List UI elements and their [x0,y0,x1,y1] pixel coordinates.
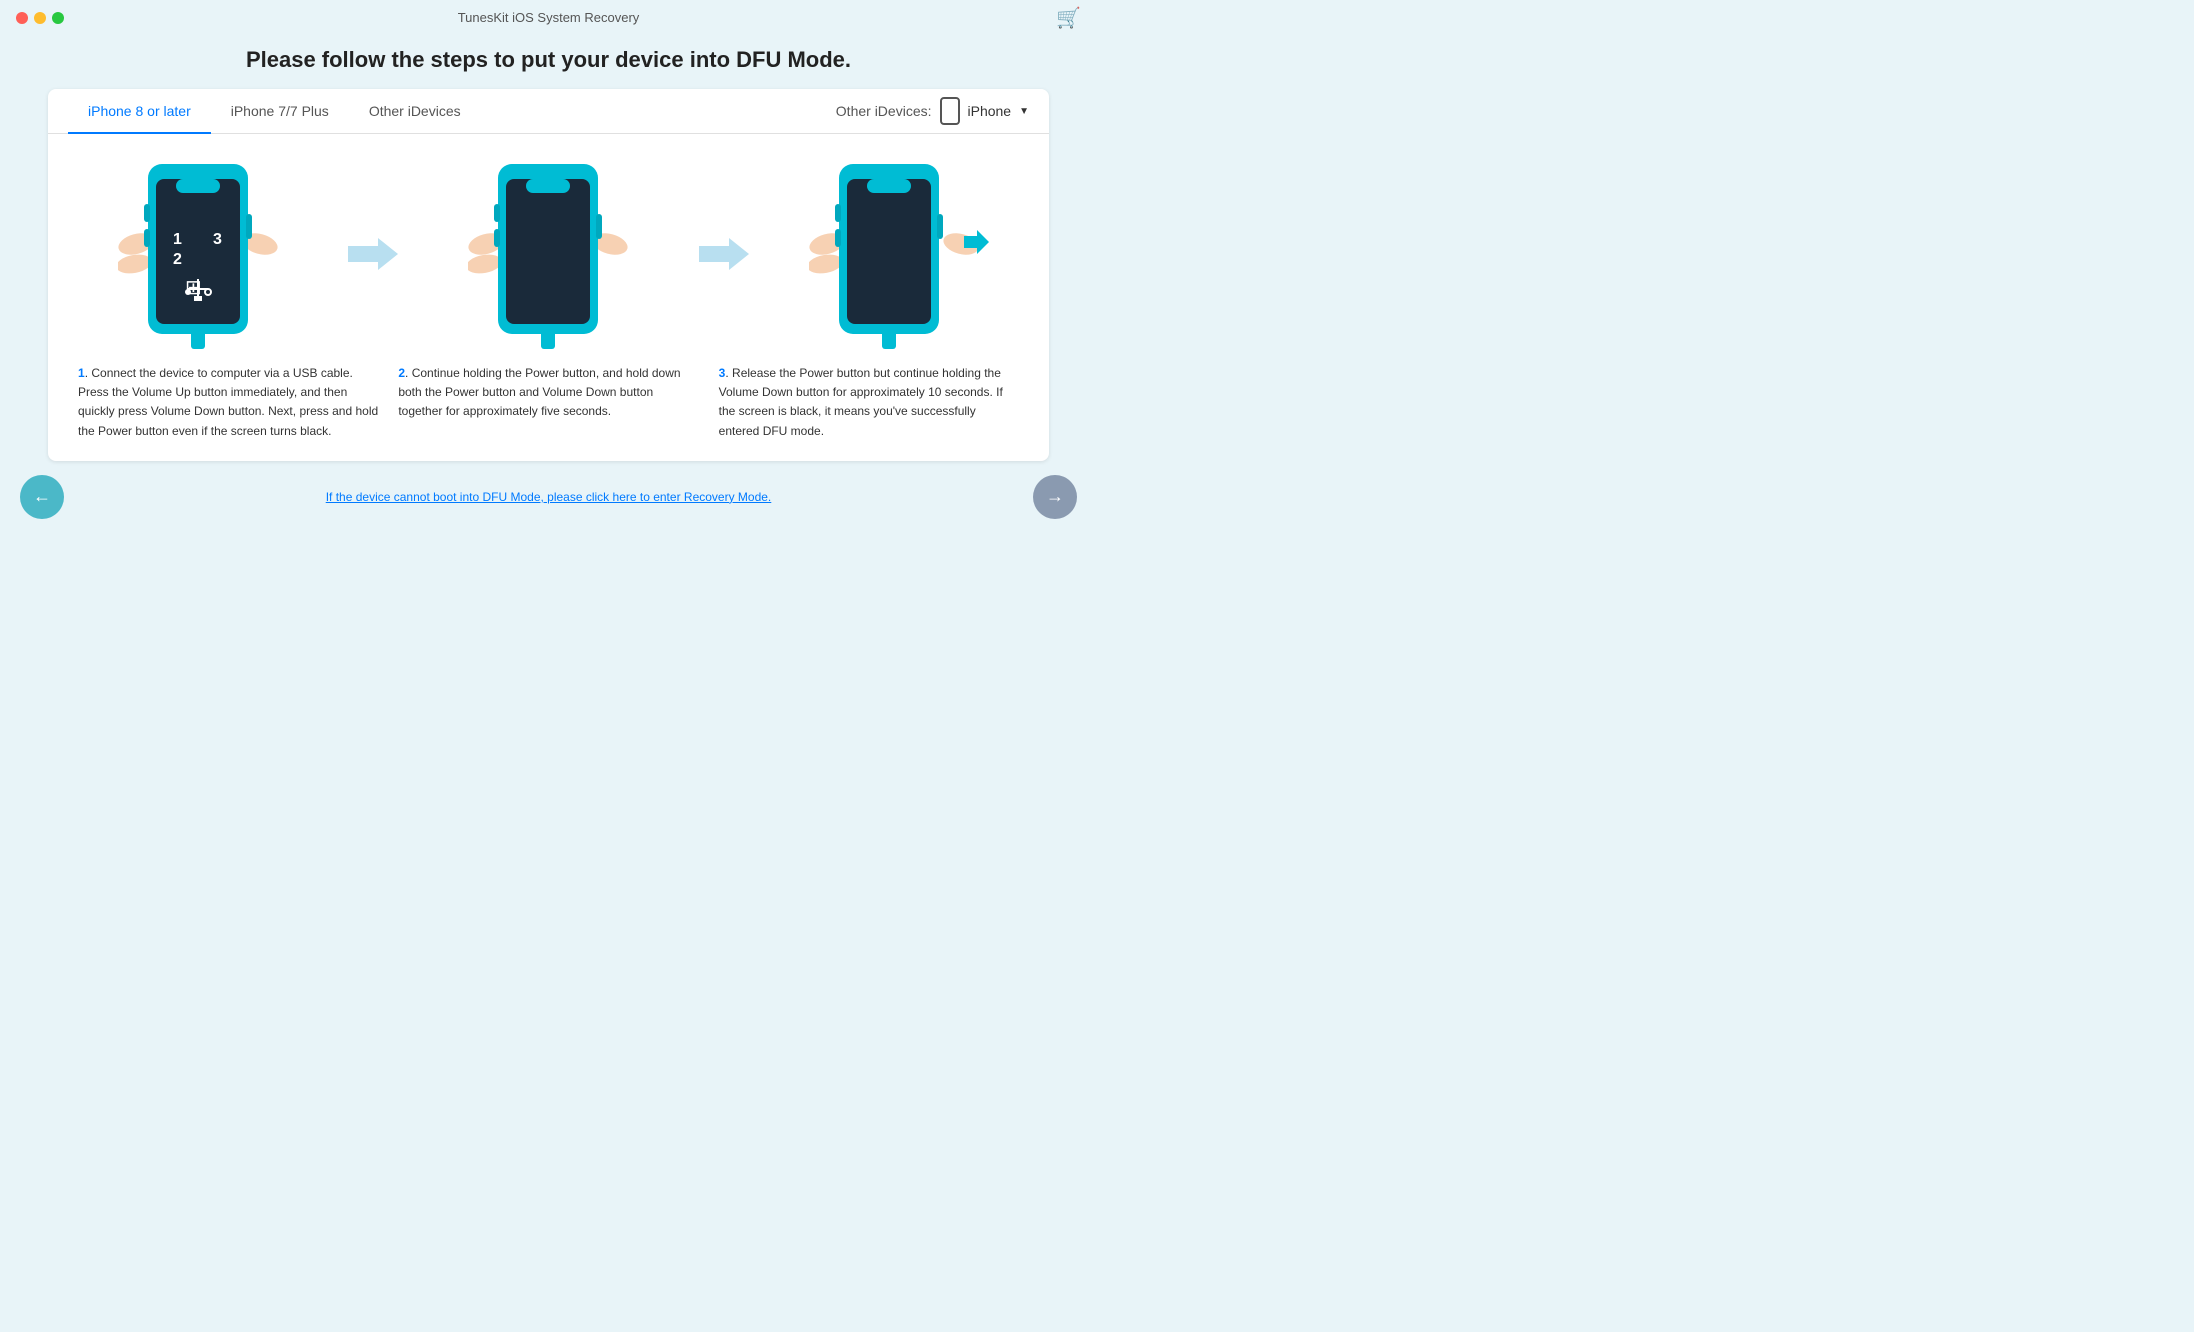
step-1-visual: 1 2 3 ⊞ [78,154,318,354]
tab-iphone7[interactable]: iPhone 7/7 Plus [211,89,349,133]
steps-text-row: 1. Connect the device to computer via a … [48,364,1049,441]
other-devices-label: Other iDevices: [836,103,932,119]
window-title: TunesKit iOS System Recovery [458,10,640,25]
maximize-button[interactable] [52,12,64,24]
steps-visual: 1 2 3 ⊞ [48,134,1049,364]
arrow-1 [348,154,398,274]
svg-text:1: 1 [173,231,182,248]
title-bar: TunesKit iOS System Recovery 🛒 [0,0,1097,35]
content-box: iPhone 8 or later iPhone 7/7 Plus Other … [48,89,1049,461]
page-heading: Please follow the steps to put your devi… [0,35,1097,89]
arrow-2 [699,154,749,274]
cart-icon[interactable]: 🛒 [1056,5,1081,30]
step-3-phone-illustration [809,154,989,354]
step-3-text: 3. Release the Power button but continue… [709,364,1029,441]
tab-iphone8[interactable]: iPhone 8 or later [68,89,211,133]
bottom-navigation: ← If the device cannot boot into DFU Mod… [0,461,1097,519]
svg-text:2: 2 [173,251,182,268]
recovery-mode-link[interactable]: If the device cannot boot into DFU Mode,… [64,490,1033,504]
tab-bar: iPhone 8 or later iPhone 7/7 Plus Other … [48,89,1049,134]
step-3-visual [779,154,1019,354]
step-2-phone-illustration [468,154,628,354]
next-button[interactable]: → [1033,475,1077,519]
tab-other-idevices[interactable]: Other iDevices [349,89,481,133]
device-name-label: iPhone [968,103,1012,119]
phone-icon [940,97,960,125]
dropdown-arrow-icon[interactable]: ▼ [1019,106,1029,117]
step-2-text: 2. Continue holding the Power button, an… [388,364,708,422]
window-controls [16,12,64,24]
other-devices-selector: Other iDevices: iPhone ▼ [836,97,1029,125]
close-button[interactable] [16,12,28,24]
step-2-visual [428,154,668,354]
step-1-text: 1. Connect the device to computer via a … [68,364,388,441]
svg-text:3: 3 [213,231,222,248]
step-1-phone-illustration: 1 2 3 ⊞ [118,154,278,354]
back-button[interactable]: ← [20,475,64,519]
minimize-button[interactable] [34,12,46,24]
